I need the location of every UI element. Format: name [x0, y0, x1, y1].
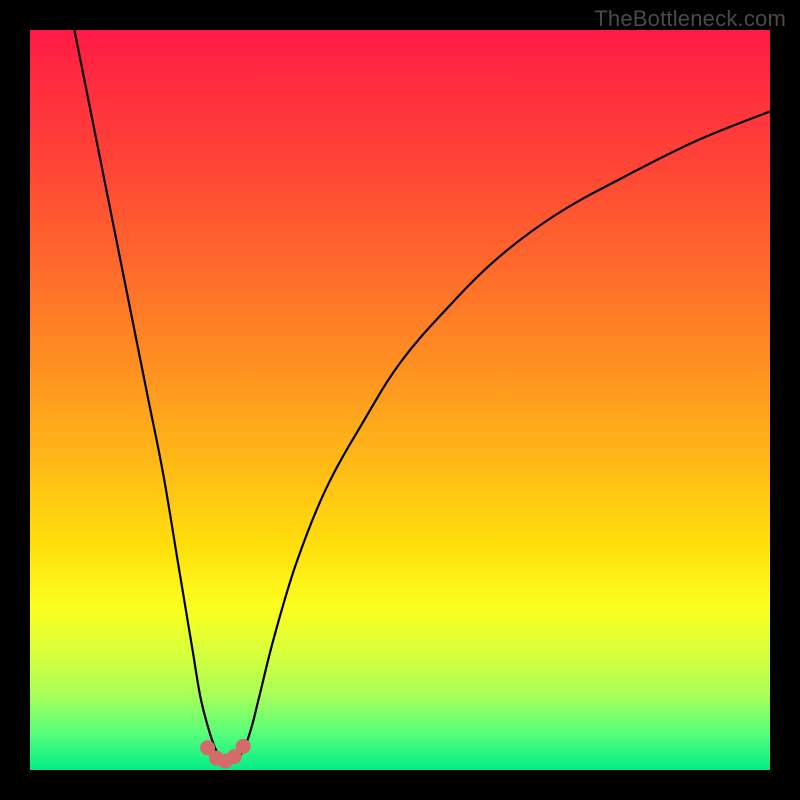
- bottleneck-curve: [74, 30, 770, 763]
- marker-dot: [236, 739, 250, 753]
- watermark-text: TheBottleneck.com: [594, 6, 786, 32]
- bottleneck-markers: [201, 739, 251, 768]
- chart-frame: TheBottleneck.com: [0, 0, 800, 800]
- chart-svg: [30, 30, 770, 770]
- plot-area: [30, 30, 770, 770]
